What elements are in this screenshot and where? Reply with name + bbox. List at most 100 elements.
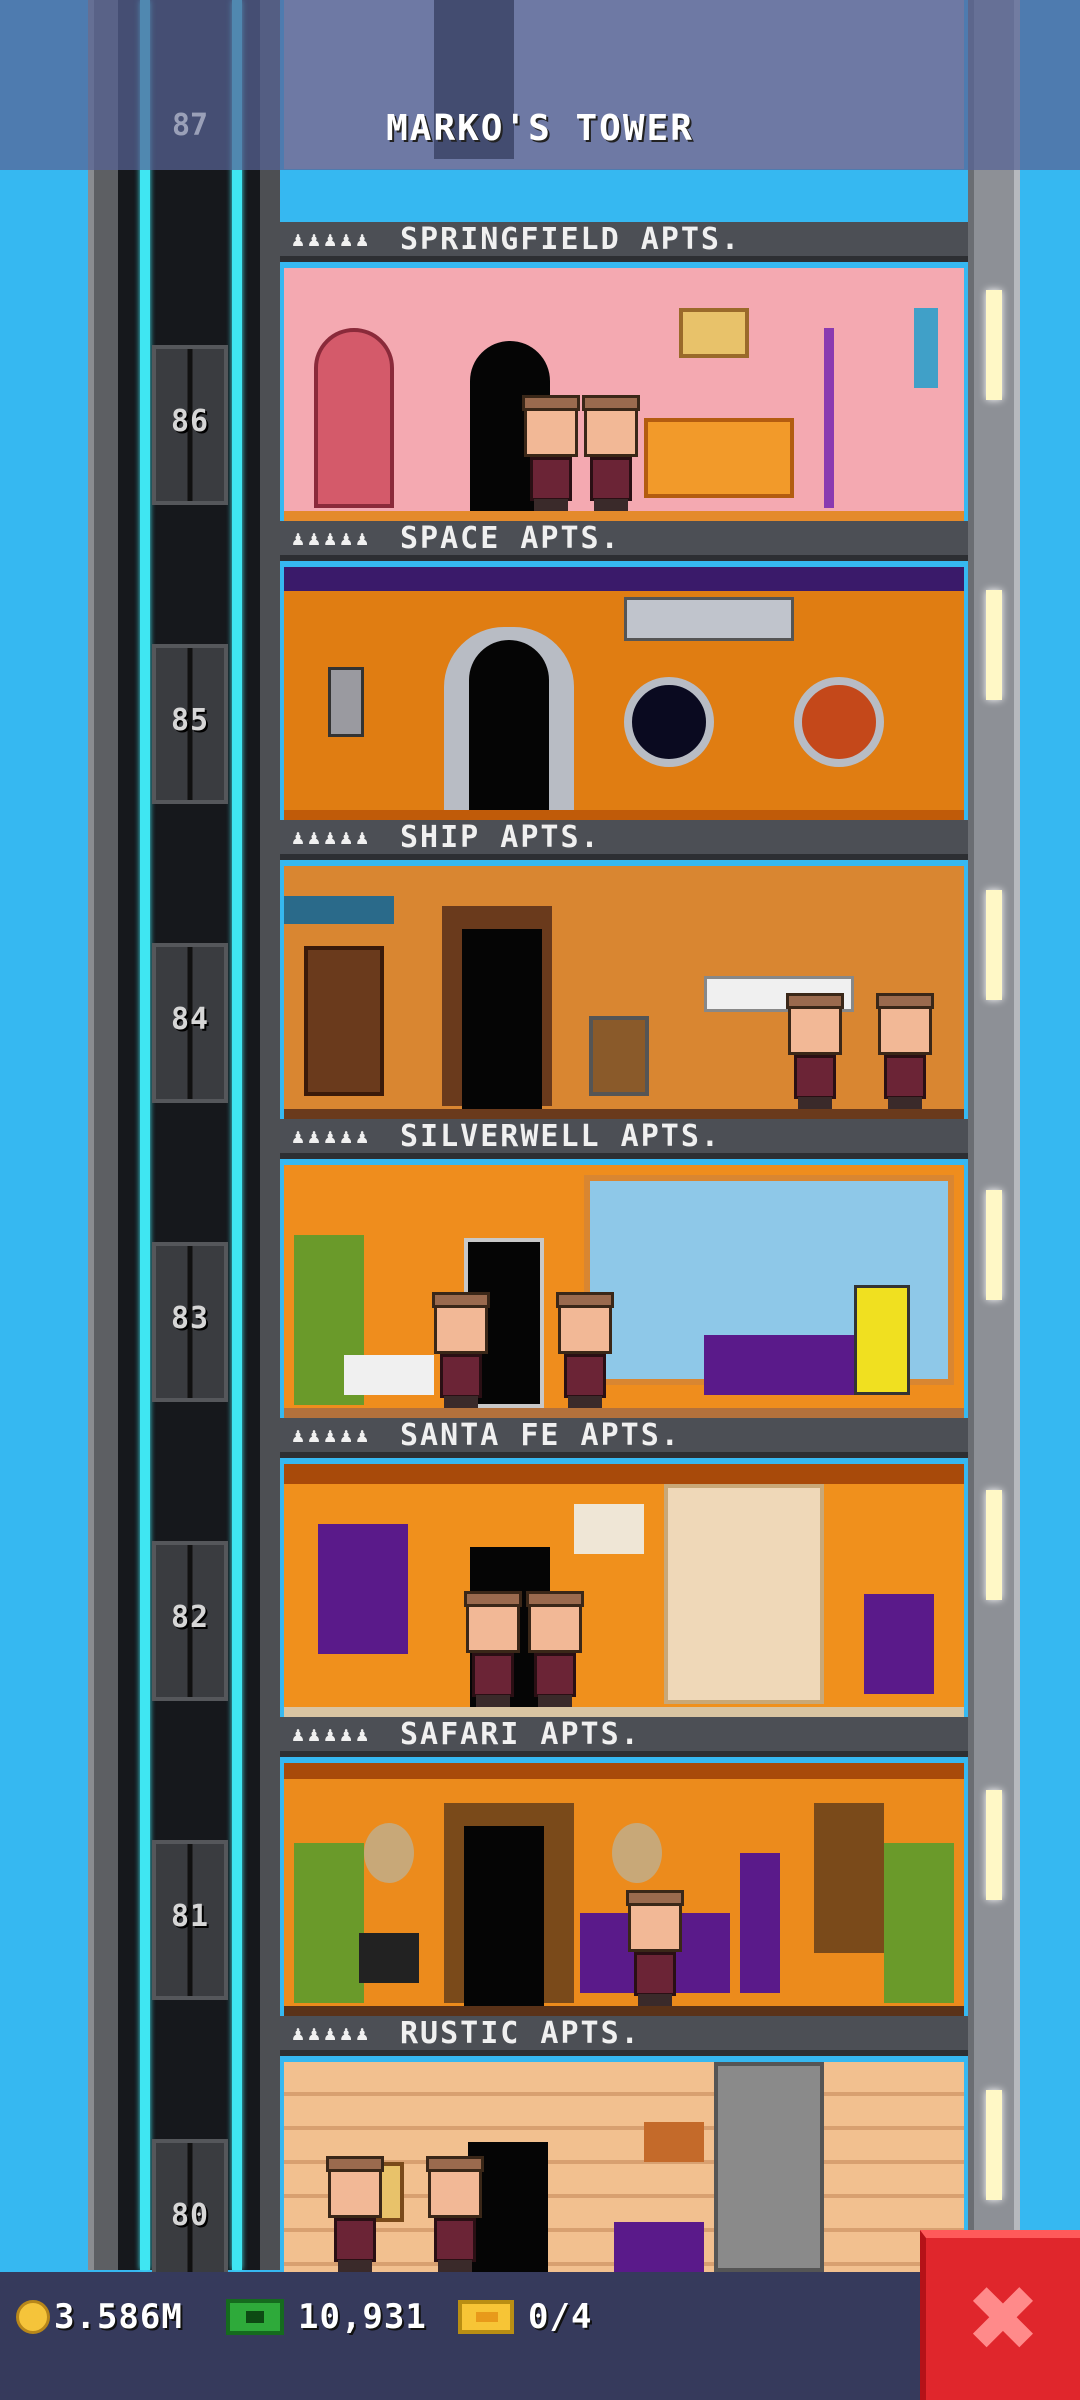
golden-ticket-icon [458, 2300, 514, 2334]
residents-icon: ♟♟♟♟♟ [292, 825, 373, 849]
hazmat-visitor-icon[interactable] [854, 1285, 910, 1395]
floor-number-82: 82 [170, 1600, 210, 1635]
floor-84-room [284, 866, 964, 1119]
shutter-window-icon [814, 1803, 884, 1953]
floor-number-85: 85 [170, 703, 210, 738]
floor-86-room [284, 268, 964, 521]
bux-stat[interactable]: 10,931 [226, 2292, 427, 2342]
resident[interactable] [524, 1591, 586, 1707]
close-button[interactable]: ✖ [920, 2230, 1080, 2400]
sofa-icon [704, 1335, 874, 1395]
space-ceiling [284, 567, 964, 591]
floor-86-base [284, 511, 964, 521]
floor-83-header: ♟♟♟♟♟ SILVERWELL APTS. [280, 1119, 968, 1159]
residents-icon: ♟♟♟♟♟ [292, 1124, 373, 1148]
floor-number-81: 81 [170, 1899, 210, 1934]
marlin-trophy-icon [284, 896, 394, 924]
floor-82[interactable]: ♟♟♟♟♟ SANTA FE APTS. [280, 1418, 968, 1717]
floor-85-header: ♟♟♟♟♟ SPACE APTS. [280, 521, 968, 561]
console-icon [624, 597, 794, 641]
barrel-icon [589, 1016, 649, 1096]
mask-icon [364, 1823, 414, 1883]
floor-80[interactable]: ♟♟♟♟♟ RUSTIC APTS. [280, 2016, 968, 2272]
mask-icon [612, 1823, 662, 1883]
front-door-icon [314, 328, 394, 508]
wall-decor-icon [914, 308, 938, 388]
tower-title[interactable]: MARKO'S TOWER [0, 108, 1080, 149]
wall-light-85 [986, 590, 1002, 700]
resident[interactable] [424, 2156, 486, 2272]
floor-82-header: ♟♟♟♟♟ SANTA FE APTS. [280, 1418, 968, 1458]
resident[interactable] [874, 993, 936, 1109]
floor-82-base [284, 1707, 964, 1717]
resident[interactable] [462, 1591, 524, 1707]
wall-light-82 [986, 1490, 1002, 1600]
fireplace-icon [664, 1484, 824, 1704]
resident[interactable] [784, 993, 846, 1109]
wall-light-80 [986, 2090, 1002, 2200]
floor-85-name: SPACE APTS. [400, 520, 621, 556]
floor-number-83: 83 [170, 1301, 210, 1336]
porthole-stars-icon [624, 677, 714, 767]
floor-83-room [284, 1165, 964, 1418]
wall-light-84 [986, 890, 1002, 1000]
chair-icon [864, 1594, 934, 1694]
resident[interactable] [430, 1292, 492, 1408]
coins-stat[interactable]: 3.586M [16, 2292, 183, 2342]
floor-number-84: 84 [170, 1002, 210, 1037]
resident[interactable] [580, 395, 642, 511]
bux-value: 10,931 [298, 2297, 427, 2337]
floor-83-name: SILVERWELL APTS. [400, 1118, 721, 1154]
wall-light-81 [986, 1790, 1002, 1900]
control-panel-icon [328, 667, 364, 737]
floor-84[interactable]: ♟♟♟♟♟ SHIP APTS. [280, 820, 968, 1119]
floor-84-doorway [462, 929, 542, 1109]
floor-lamp-icon [824, 328, 834, 508]
floor-84-base [284, 1109, 964, 1119]
residents-icon: ♟♟♟♟♟ [292, 1722, 373, 1746]
telephone-icon [359, 1933, 419, 1983]
floor-85-room [284, 567, 964, 820]
wall-light-86 [986, 290, 1002, 400]
porthole-planet-icon [794, 677, 884, 767]
floor-82-room [284, 1464, 964, 1717]
tickets-stat[interactable]: 0/4 [458, 2292, 592, 2342]
resident[interactable] [324, 2156, 386, 2272]
floor-82-name: SANTA FE APTS. [400, 1417, 681, 1453]
floor-83[interactable]: ♟♟♟♟♟ SILVERWELL APTS. [280, 1119, 968, 1418]
floor-lamp-icon [740, 1853, 780, 1993]
resident[interactable] [624, 1890, 686, 2006]
wall-light-83 [986, 1190, 1002, 1300]
floor-86[interactable]: ♟♟♟♟♟ SPRINGFIELD APTS. [280, 222, 968, 521]
bookshelf-icon [304, 946, 384, 1096]
floor-81[interactable]: ♟♟♟♟♟ SAFARI APTS. [280, 1717, 968, 2016]
elevator-cable-right [232, 0, 242, 2270]
residents-icon: ♟♟♟♟♟ [292, 2021, 373, 2045]
resident[interactable] [520, 395, 582, 511]
armchair-icon [614, 2222, 704, 2272]
floor-81-room [284, 1763, 964, 2016]
floor-80-name: RUSTIC APTS. [400, 2015, 641, 2051]
close-icon: ✖ [965, 2266, 1041, 2372]
floor-81-base [284, 2006, 964, 2016]
stone-chimney-icon [714, 2062, 824, 2272]
floor-85[interactable]: ♟♟♟♟♟ SPACE APTS. [280, 521, 968, 820]
floor-number-86: 86 [170, 404, 210, 439]
floor-80-room [284, 2062, 964, 2272]
wooden-beams [284, 1464, 964, 1484]
floor-81-name: SAFARI APTS. [400, 1716, 641, 1752]
hat-decor-icon [644, 2122, 704, 2162]
residents-icon: ♟♟♟♟♟ [292, 227, 373, 251]
plant-icon [294, 1843, 364, 2003]
resident[interactable] [554, 1292, 616, 1408]
skull-decor-icon [574, 1504, 644, 1554]
floor-81-doorway [464, 1826, 544, 2006]
coins-value: 3.586M [54, 2297, 183, 2337]
elevator-cable-left [140, 0, 150, 2270]
coin-icon [16, 2300, 50, 2334]
floor-number-80: 80 [170, 2198, 210, 2233]
shaft-outer-wall [88, 0, 118, 2270]
tower-bux-icon [226, 2299, 284, 2335]
plant-icon [884, 1843, 954, 2003]
floor-81-header: ♟♟♟♟♟ SAFARI APTS. [280, 1717, 968, 1757]
